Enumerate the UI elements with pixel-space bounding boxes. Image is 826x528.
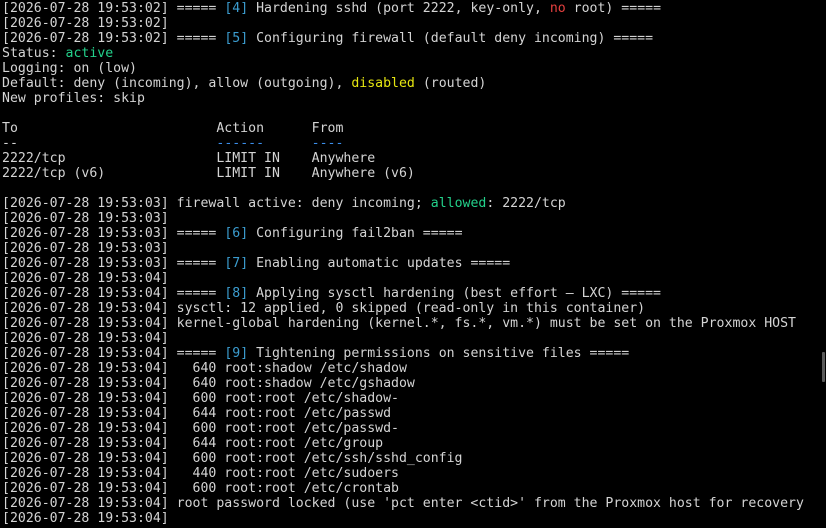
terminal-text-segment: [2026-07-28 19:53:02] ===== xyxy=(2,1,225,16)
terminal-text-segment: [2026-07-28 19:53:04] sysctl: 12 applied… xyxy=(2,301,646,316)
terminal-text-segment: ---- xyxy=(311,136,344,151)
terminal-line: [2026-07-28 19:53:02] ===== [5] Configur… xyxy=(2,31,826,46)
terminal-text-segment: active xyxy=(65,46,114,61)
terminal-text-segment: [2026-07-28 19:53:03] xyxy=(2,211,169,226)
terminal-line: [2026-07-28 19:53:03] firewall active: d… xyxy=(2,196,826,211)
terminal-text-segment: ------ xyxy=(216,136,265,151)
terminal-line: [2026-07-28 19:53:04] ===== [8] Applying… xyxy=(2,286,826,301)
terminal-line: [2026-07-28 19:53:04] 440 root:root /etc… xyxy=(2,466,826,481)
terminal-line: [2026-07-28 19:53:03] ===== [6] Configur… xyxy=(2,226,826,241)
terminal-line: [2026-07-28 19:53:04] 640 root:shadow /e… xyxy=(2,361,826,376)
terminal-text-segment: -- xyxy=(2,136,217,151)
terminal-text-segment: [5] xyxy=(224,31,249,46)
terminal-text-segment: Enabling automatic updates ===== xyxy=(248,256,511,271)
terminal-line: [2026-07-28 19:53:03] xyxy=(2,211,826,226)
terminal-line: [2026-07-28 19:53:04] 644 root:root /etc… xyxy=(2,406,826,421)
terminal-text-segment: [2026-07-28 19:53:04] ===== xyxy=(2,286,225,301)
terminal-line: [2026-07-28 19:53:02] ===== [4] Hardenin… xyxy=(2,1,826,16)
terminal-text-segment: Default: deny (incoming), allow (outgoin… xyxy=(2,76,352,91)
terminal-text-segment: New profiles: skip xyxy=(2,91,145,106)
terminal-line: [2026-07-28 19:53:04] 644 root:root /etc… xyxy=(2,436,826,451)
terminal-line: [2026-07-28 19:53:04] 600 root:root /etc… xyxy=(2,481,826,496)
terminal-line: [2026-07-28 19:53:03] xyxy=(2,241,826,256)
terminal-text-segment: [4] xyxy=(224,1,249,16)
terminal-text-segment: [6] xyxy=(224,226,249,241)
terminal-text-segment: Hardening sshd (port 2222, key-only, xyxy=(248,1,550,16)
terminal-line: To Action From xyxy=(2,121,826,136)
terminal-text-segment: [2026-07-28 19:53:04] 600 root:root /etc… xyxy=(2,451,463,466)
terminal-text-segment: [2026-07-28 19:53:02] ===== xyxy=(2,31,225,46)
terminal-text-segment: [2026-07-28 19:53:04] kernel-global hard… xyxy=(2,316,796,331)
terminal-line: [2026-07-28 19:53:04] xyxy=(2,271,826,286)
terminal-text-segment: [2026-07-28 19:53:04] root password lock… xyxy=(2,496,804,511)
terminal-output: [2026-07-28 19:53:02] ===== [4] Hardenin… xyxy=(2,1,826,526)
terminal-text-segment: [2026-07-28 19:53:04] 440 root:root /etc… xyxy=(2,466,399,481)
terminal-text-segment: [2026-07-28 19:53:02] xyxy=(2,16,169,31)
terminal-window[interactable]: [2026-07-28 19:53:02] ===== [4] Hardenin… xyxy=(0,0,826,528)
terminal-line: Default: deny (incoming), allow (outgoin… xyxy=(2,76,826,91)
terminal-text-segment: allowed xyxy=(430,196,487,211)
terminal-line: Logging: on (low) xyxy=(2,61,826,76)
terminal-text-segment: To Action From xyxy=(2,121,344,136)
terminal-text-segment: [7] xyxy=(224,256,249,271)
terminal-text-segment: [2026-07-28 19:53:04] xyxy=(2,271,169,286)
terminal-text-segment: [2026-07-28 19:53:04] 640 root:shadow /e… xyxy=(2,361,407,376)
terminal-line: [2026-07-28 19:53:04] 600 root:root /etc… xyxy=(2,421,826,436)
terminal-line: [2026-07-28 19:53:02] xyxy=(2,16,826,31)
terminal-line: [2026-07-28 19:53:04] 600 root:root /etc… xyxy=(2,451,826,466)
terminal-text-segment: Applying sysctl hardening (best effort —… xyxy=(248,286,661,301)
terminal-line: [2026-07-28 19:53:04] kernel-global hard… xyxy=(2,316,826,331)
scrollbar-thumb[interactable] xyxy=(822,352,825,382)
terminal-text-segment: Configuring fail2ban ===== xyxy=(248,226,463,241)
terminal-text-segment: [2026-07-28 19:53:04] 600 root:root /etc… xyxy=(2,421,399,436)
terminal-text-segment: (routed) xyxy=(414,76,487,91)
terminal-text-segment: [2026-07-28 19:53:04] 644 root:root /etc… xyxy=(2,406,392,421)
terminal-line: 2222/tcp LIMIT IN Anywhere xyxy=(2,151,826,166)
terminal-text-segment: [2026-07-28 19:53:04] 644 root:root /etc… xyxy=(2,436,384,451)
terminal-text-segment: no xyxy=(549,1,566,16)
terminal-text-segment: [2026-07-28 19:53:04] 600 root:root /etc… xyxy=(2,391,399,406)
terminal-line: [2026-07-28 19:53:03] ===== [7] Enabling… xyxy=(2,256,826,271)
terminal-line: [2026-07-28 19:53:04] xyxy=(2,511,826,526)
terminal-line: [2026-07-28 19:53:04] sysctl: 12 applied… xyxy=(2,301,826,316)
terminal-text-segment: [8] xyxy=(224,286,249,301)
terminal-text-segment: [2026-07-28 19:53:04] 640 root:shadow /e… xyxy=(2,376,415,391)
terminal-line: 2222/tcp (v6) LIMIT IN Anywhere (v6) xyxy=(2,166,826,181)
terminal-text-segment: [9] xyxy=(224,346,249,361)
terminal-text-segment: Status: xyxy=(2,46,66,61)
terminal-text-segment: [2026-07-28 19:53:03] xyxy=(2,241,169,256)
terminal-line: New profiles: skip xyxy=(2,91,826,106)
terminal-text-segment: [2026-07-28 19:53:04] ===== xyxy=(2,346,225,361)
terminal-text-segment: root) ===== xyxy=(565,1,662,16)
terminal-text-segment: [2026-07-28 19:53:04] xyxy=(2,511,169,526)
terminal-text-segment: 2222/tcp (v6) LIMIT IN Anywhere (v6) xyxy=(2,166,415,181)
terminal-line: [2026-07-28 19:53:04] 640 root:shadow /e… xyxy=(2,376,826,391)
terminal-line: Status: active xyxy=(2,46,826,61)
terminal-text-segment: disabled xyxy=(351,76,415,91)
terminal-text-segment: [2026-07-28 19:53:04] 600 root:root /etc… xyxy=(2,481,399,496)
terminal-line: [2026-07-28 19:53:04] root password lock… xyxy=(2,496,826,511)
terminal-text-segment: Configuring firewall (default deny incom… xyxy=(248,31,654,46)
terminal-text-segment: Logging: on (low) xyxy=(2,61,137,76)
terminal-line: [2026-07-28 19:53:04] ===== [9] Tighteni… xyxy=(2,346,826,361)
terminal-line: [2026-07-28 19:53:04] 600 root:root /etc… xyxy=(2,391,826,406)
terminal-line: [2026-07-28 19:53:04] xyxy=(2,331,826,346)
terminal-text-segment: 2222/tcp LIMIT IN Anywhere xyxy=(2,151,376,166)
terminal-text-segment: [2026-07-28 19:53:03] firewall active: d… xyxy=(2,196,431,211)
terminal-text-segment: : 2222/tcp xyxy=(486,196,566,211)
terminal-text-segment: [2026-07-28 19:53:03] ===== xyxy=(2,226,225,241)
terminal-text-segment: [2026-07-28 19:53:03] ===== xyxy=(2,256,225,271)
terminal-text-segment: [2026-07-28 19:53:04] xyxy=(2,331,169,346)
terminal-text-segment: Tightening permissions on sensitive file… xyxy=(248,346,630,361)
terminal-line: -- ------ ---- xyxy=(2,136,826,151)
